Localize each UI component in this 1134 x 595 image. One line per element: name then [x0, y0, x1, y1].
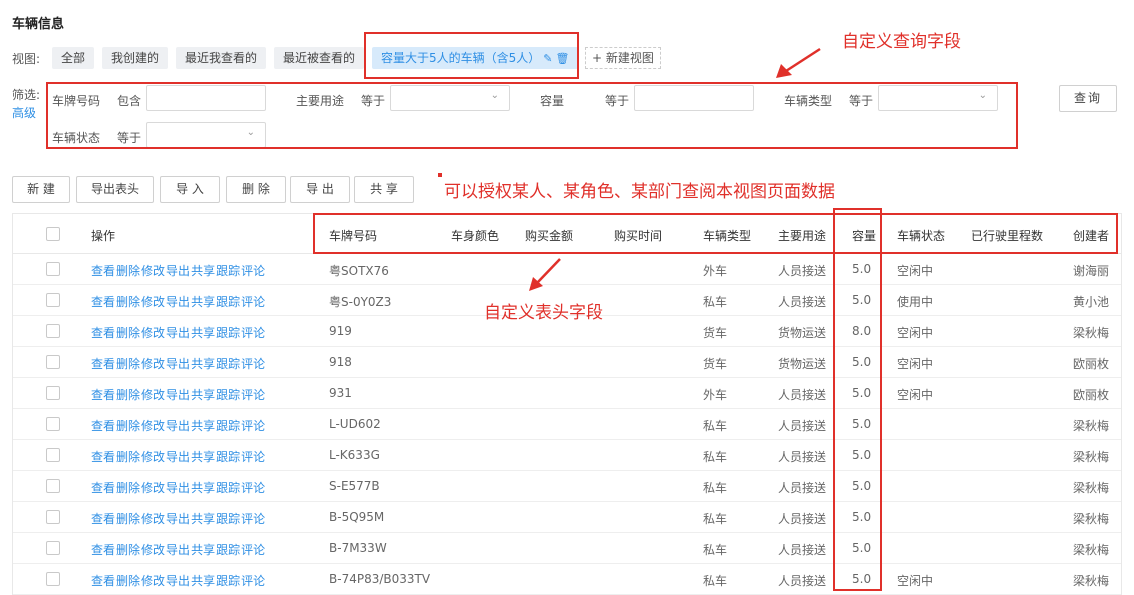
arrow-head-query: [776, 64, 792, 78]
annotation-arrows: [529, 47, 821, 291]
arrow-line-query: [785, 47, 821, 73]
arrow-line-header: [537, 258, 561, 283]
